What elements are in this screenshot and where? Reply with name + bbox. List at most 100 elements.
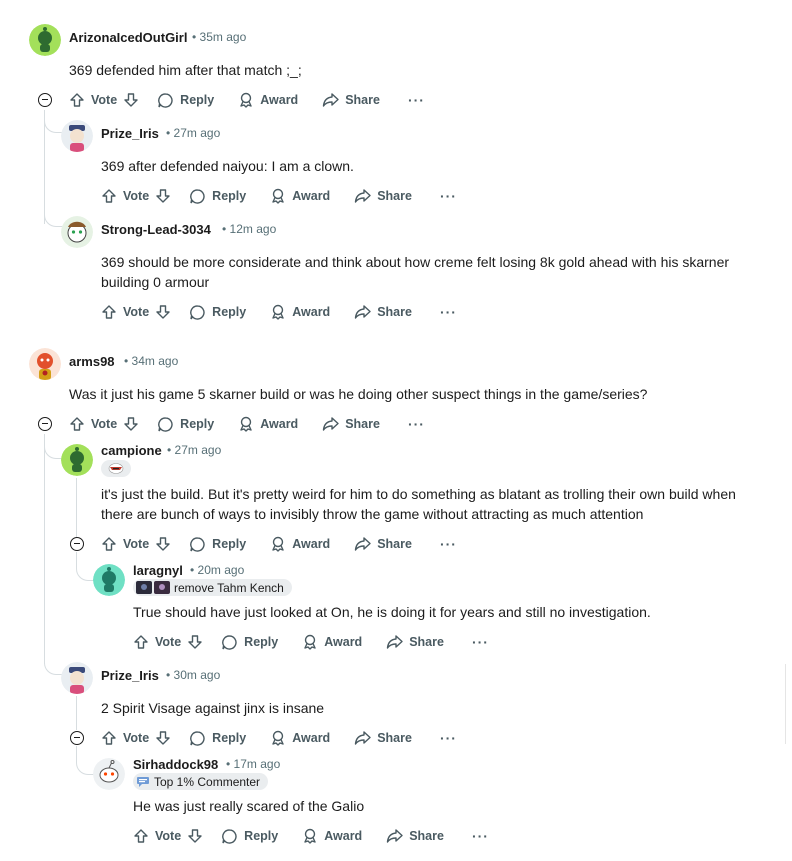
vote-label: Vote [123, 305, 150, 319]
award-label: Award [292, 731, 331, 745]
username[interactable]: Sirhaddock98 [133, 757, 218, 772]
collapse-button[interactable] [70, 731, 84, 745]
page-divider [785, 664, 786, 744]
avatar[interactable] [29, 348, 61, 380]
user-flair: Top 1% Commenter [133, 773, 269, 790]
award-label: Award [260, 93, 299, 107]
timestamp-text: 20m ago [197, 563, 245, 577]
collapse-button[interactable] [38, 93, 52, 107]
comment-body: 369 defended him after that match ;_; [69, 62, 302, 78]
comment-actions: Vote Reply Award Share ··· [101, 726, 457, 750]
reply-button[interactable]: Reply [189, 304, 246, 321]
downvote-icon[interactable] [155, 188, 171, 204]
downvote-icon[interactable] [187, 828, 203, 844]
more-options-button[interactable]: ··· [472, 634, 489, 650]
award-button[interactable]: Award [302, 634, 362, 650]
username[interactable]: Prize_Iris [101, 126, 159, 141]
more-options-button[interactable]: ··· [440, 188, 457, 204]
downvote-icon[interactable] [155, 730, 171, 746]
share-button[interactable]: Share [354, 188, 412, 204]
upvote-icon[interactable] [101, 730, 117, 746]
award-icon [272, 188, 284, 204]
share-button[interactable]: Share [322, 92, 380, 108]
collapse-button[interactable] [38, 417, 52, 431]
award-button[interactable]: Award [270, 730, 330, 746]
more-options-button[interactable]: ··· [440, 304, 457, 320]
downvote-icon[interactable] [123, 416, 139, 432]
reply-button[interactable]: Reply [189, 188, 246, 205]
award-icon [272, 536, 284, 552]
thread-connector [76, 552, 95, 581]
username[interactable]: ArizonaIcedOutGirl [69, 30, 187, 45]
upvote-icon[interactable] [133, 828, 149, 844]
avatar[interactable] [61, 444, 93, 476]
upvote-icon[interactable] [101, 188, 117, 204]
avatar[interactable] [29, 24, 61, 56]
share-button[interactable]: Share [354, 536, 412, 552]
avatar[interactable] [93, 564, 125, 596]
timestamp-text: 12m ago [229, 222, 277, 236]
username[interactable]: Prize_Iris [101, 668, 159, 683]
share-icon [323, 93, 339, 107]
champion-portrait-icon [136, 581, 170, 594]
reply-label: Reply [212, 537, 247, 551]
more-options-button[interactable]: ··· [472, 828, 489, 844]
award-button[interactable]: Award [270, 536, 330, 552]
upvote-icon[interactable] [101, 304, 117, 320]
upvote-icon[interactable] [69, 416, 85, 432]
award-button[interactable]: Award [270, 188, 330, 204]
reply-button[interactable]: Reply [157, 416, 214, 433]
downvote-icon[interactable] [155, 304, 171, 320]
user-flair-badge [101, 460, 131, 477]
award-label: Award [324, 829, 363, 843]
award-button[interactable]: Award [270, 304, 330, 320]
share-button[interactable]: Share [354, 730, 412, 746]
reply-button[interactable]: Reply [157, 92, 214, 109]
username[interactable]: laragnyl [133, 563, 183, 578]
avatar[interactable] [61, 120, 93, 152]
award-button[interactable]: Award [302, 828, 362, 844]
user-flair: remove Tahm Kench [133, 579, 292, 596]
award-button[interactable]: Award [238, 416, 298, 432]
thread-connector [44, 110, 63, 133]
timestamp: • 34m ago [124, 354, 179, 368]
username[interactable]: Strong-Lead-3034 [101, 222, 211, 237]
username[interactable]: campione [101, 443, 162, 458]
timestamp: • 17m ago [226, 757, 281, 771]
timestamp-text: 17m ago [233, 757, 281, 771]
vote-label: Vote [91, 417, 118, 431]
reply-button[interactable]: Reply [189, 536, 246, 553]
award-icon [272, 730, 284, 746]
share-label: Share [409, 829, 444, 843]
share-button[interactable]: Share [322, 416, 380, 432]
downvote-icon[interactable] [187, 634, 203, 650]
comment-actions: Vote Reply Award Share ··· [133, 630, 489, 654]
more-options-button[interactable]: ··· [440, 536, 457, 552]
more-options-button[interactable]: ··· [440, 730, 457, 746]
upvote-icon[interactable] [133, 634, 149, 650]
upvote-icon[interactable] [69, 92, 85, 108]
reply-button[interactable]: Reply [221, 828, 278, 845]
downvote-icon[interactable] [123, 92, 139, 108]
collapse-button[interactable] [70, 537, 84, 551]
avatar[interactable] [93, 758, 125, 790]
comment-actions: Vote Reply Award Share ··· [101, 532, 457, 556]
share-button[interactable]: Share [354, 304, 412, 320]
share-button[interactable]: Share [386, 828, 444, 844]
award-button[interactable]: Award [238, 92, 298, 108]
avatar[interactable] [61, 662, 93, 694]
more-options-button[interactable]: ··· [408, 416, 425, 432]
avatar[interactable] [61, 216, 93, 248]
timestamp: • 30m ago [166, 668, 221, 682]
share-icon [387, 829, 403, 843]
timestamp: • 12m ago [222, 222, 277, 236]
reply-button[interactable]: Reply [189, 730, 246, 747]
username[interactable]: arms98 [69, 354, 115, 369]
more-options-button[interactable]: ··· [408, 92, 425, 108]
upvote-icon[interactable] [101, 536, 117, 552]
award-icon [304, 828, 316, 844]
share-button[interactable]: Share [386, 634, 444, 650]
comment-actions: Vote Reply Award Share ··· [101, 300, 457, 324]
reply-button[interactable]: Reply [221, 634, 278, 651]
downvote-icon[interactable] [155, 536, 171, 552]
